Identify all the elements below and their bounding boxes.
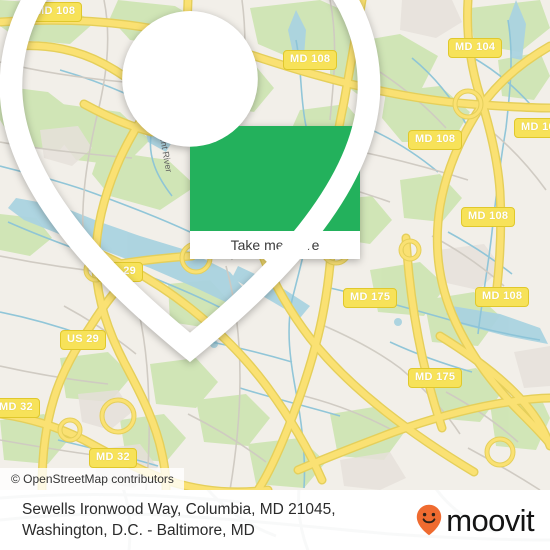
screenshot-root: Little Patuxent River MD 108 MD 108 MD 1… [0,0,550,550]
road-shield[interactable]: MD 32 [89,448,137,468]
road-shield[interactable]: MD 108 [475,287,530,307]
road-shield[interactable]: MD 108 [461,207,516,227]
attribution-text: © OpenStreetMap contributors [11,472,174,486]
location-marker-card[interactable]: Take me there [0,0,381,363]
moovit-logo[interactable]: moovit [416,502,535,538]
map-attribution: © OpenStreetMap contributors [0,468,184,490]
footer-bar: Sewells Ironwood Way, Columbia, MD 21045… [0,490,550,550]
address-line-1: Sewells Ironwood Way, Columbia, MD 21045… [22,501,336,518]
map-canvas[interactable]: Little Patuxent River MD 108 MD 108 MD 1… [0,0,550,490]
road-shield[interactable]: MD 103 [514,118,550,138]
road-shield[interactable]: MD 32 [0,398,40,418]
moovit-pin-icon [417,504,442,536]
road-shield[interactable]: MD 175 [408,368,463,388]
card-pointer [264,259,286,270]
location-address: Sewells Ironwood Way, Columbia, MD 21045… [22,499,336,541]
moovit-wordmark: moovit [446,502,534,538]
address-line-2: Washington, D.C. - Baltimore, MD [22,522,255,539]
location-pin-icon [0,0,381,363]
card-header [0,0,381,363]
